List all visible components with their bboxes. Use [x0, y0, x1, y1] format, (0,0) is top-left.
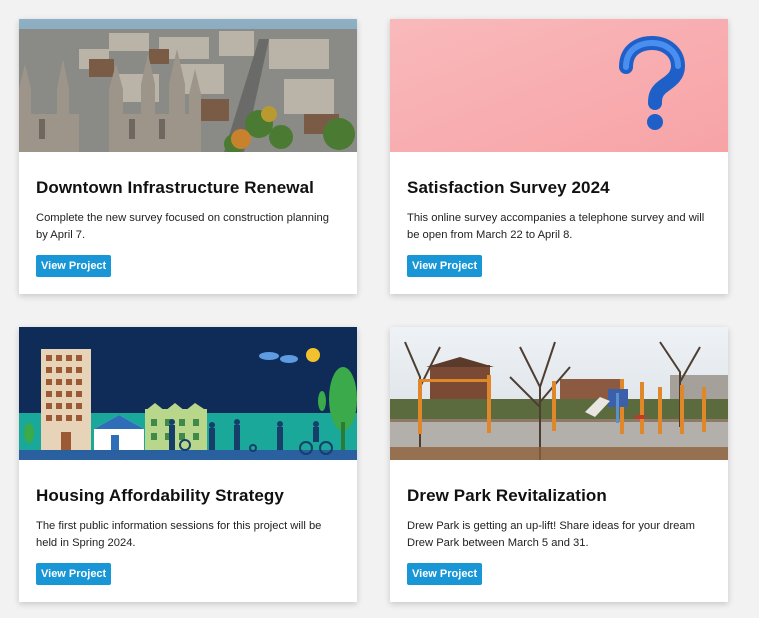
question-mark-photo	[390, 19, 728, 152]
project-description: Drew Park is getting an up-lift! Share i…	[407, 520, 695, 549]
project-card-survey: Satisfaction Survey 2024 This online sur…	[390, 19, 728, 294]
project-title: Satisfaction Survey 2024	[407, 178, 610, 197]
project-card-downtown: Downtown Infrastructure Renewal Complete…	[19, 19, 357, 294]
park-playground-photo	[390, 327, 728, 460]
view-project-button[interactable]: View Project	[36, 563, 112, 585]
aerial-downtown-photo	[19, 19, 357, 152]
project-description: Complete the new survey focused on const…	[36, 212, 329, 241]
project-card-housing: Housing Affordability Strategy The first…	[19, 327, 357, 602]
project-card-drew-park: Drew Park Revitalization Drew Park is ge…	[390, 327, 728, 602]
view-project-button[interactable]: View Project	[407, 563, 483, 585]
view-project-button[interactable]: View Project	[407, 255, 483, 277]
housing-illustration	[19, 327, 357, 460]
project-title: Drew Park Revitalization	[407, 486, 607, 505]
view-project-button[interactable]: View Project	[36, 255, 112, 277]
project-description: The first public information sessions fo…	[36, 520, 322, 549]
project-title: Downtown Infrastructure Renewal	[36, 178, 314, 197]
project-description: This online survey accompanies a telepho…	[407, 212, 705, 241]
project-title: Housing Affordability Strategy	[36, 486, 284, 505]
